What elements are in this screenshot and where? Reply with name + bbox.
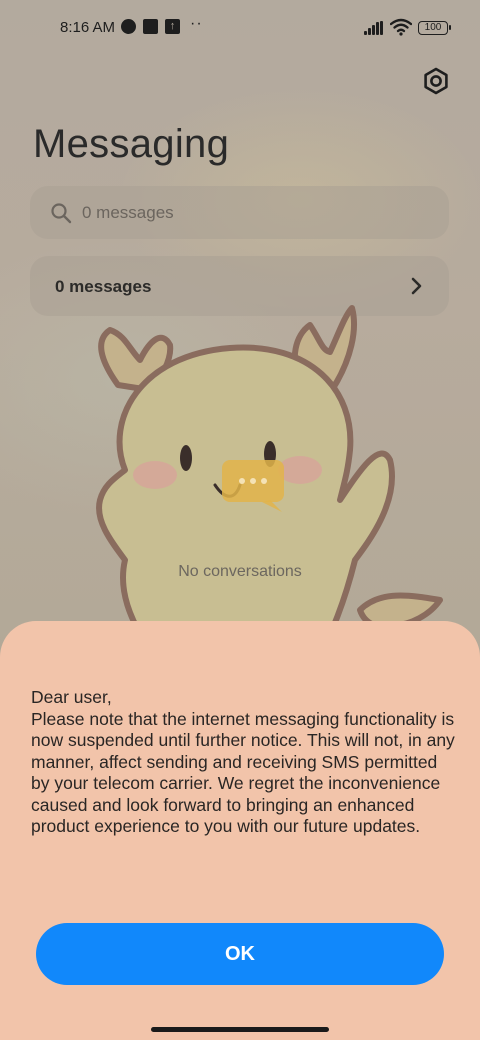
signal-icon (364, 21, 384, 35)
data-saver-icon (121, 19, 136, 34)
more-notifications-icon: ·· (190, 15, 203, 32)
ok-button[interactable]: OK (36, 923, 444, 985)
empty-state-text: No conversations (178, 563, 302, 580)
battery-icon: 100 (418, 21, 451, 35)
page-title: Messaging (33, 122, 230, 166)
notification-app-icon (143, 19, 158, 34)
empty-state-illustration (96, 305, 443, 650)
status-time: 8:16 AM (60, 19, 116, 36)
status-bar: 8:16 AM ↑ ·· 100 (0, 0, 480, 56)
search-bar[interactable]: 0 messages (30, 186, 449, 239)
notice-dialog: Dear user, Please note that the internet… (0, 621, 480, 1040)
search-placeholder: 0 messages (82, 203, 174, 222)
notice-text: Dear user, Please note that the internet… (31, 687, 459, 838)
home-indicator[interactable] (151, 1027, 329, 1032)
search-icon (51, 203, 72, 224)
wifi-icon (390, 18, 412, 36)
upload-icon: ↑ (165, 19, 180, 34)
gear-icon[interactable] (421, 66, 451, 96)
messaging-screen: 8:16 AM ↑ ·· 100 Messaging 0 messages 0 … (0, 0, 480, 1040)
notice-body: Please note that the internet messaging … (31, 708, 455, 837)
notice-greeting: Dear user, (31, 687, 112, 707)
